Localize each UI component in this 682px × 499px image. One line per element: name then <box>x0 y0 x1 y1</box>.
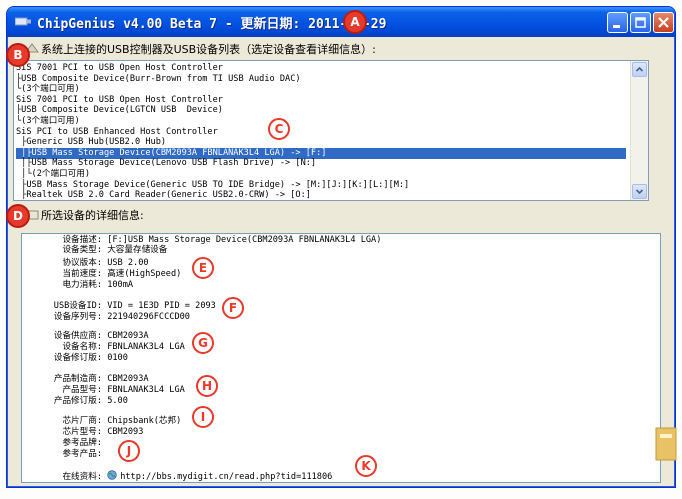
detail-row: 电力消耗: 100mA <box>24 280 133 291</box>
online-info-link[interactable]: http://bbs.mydigit.cn/read.php?tid=11180… <box>120 472 332 482</box>
device-list-scrollbar[interactable] <box>630 61 648 200</box>
detail-row: 在线资料: http://bbs.mydigit.cn/read.php?tid… <box>24 470 332 482</box>
detail-label: 产品制造商: <box>53 374 102 384</box>
detail-value: CBM2093 <box>107 427 144 437</box>
device-list-item[interactable]: ├USB Composite Device(LGTCN USB Device) <box>16 105 626 116</box>
device-list-item[interactable]: SiS 7001 PCI to USB Open Host Controller <box>16 63 626 74</box>
device-list-item[interactable]: └(3个端口可用) <box>16 116 626 127</box>
detail-label: 在线资料: <box>62 472 102 482</box>
detail-value: Chipsbank(芯邦) <box>107 416 182 426</box>
device-list-label: 系统上连接的USB控制器及USB设备列表（选定设备查看详细信息）: <box>41 43 376 56</box>
detail-label: 产品型号: <box>62 385 102 395</box>
callout-g: G <box>192 332 214 354</box>
close-button[interactable] <box>653 12 674 33</box>
callout-d: D <box>6 204 30 228</box>
detail-row: 设备类型: 大容量存储设备 <box>24 245 167 256</box>
scroll-down-button[interactable] <box>632 184 647 199</box>
detail-row: 设备修订版: 0100 <box>24 353 128 364</box>
detail-label: 芯片型号: <box>62 427 102 437</box>
detail-value: CBM2093A <box>107 374 149 384</box>
detail-value: 221940296FCCCD00 <box>107 312 190 322</box>
device-list-item[interactable]: ├USB Mass Storage Device(Generic USB TO … <box>16 180 626 191</box>
detail-value: [F:]USB Mass Storage Device(CBM2093A FBN… <box>107 235 382 245</box>
details-label: 所选设备的详细信息: <box>41 209 144 222</box>
detail-row: 芯片厂商: Chipsbank(芯邦) <box>24 416 181 427</box>
callout-i: I <box>192 406 214 428</box>
detail-label: 参考产品: <box>62 449 102 459</box>
detail-row: 设备供应商: CBM2093A <box>24 331 149 342</box>
detail-label: 设备序列号: <box>53 312 102 322</box>
detail-value: FBNLANAK3L4 LGA <box>107 385 185 395</box>
detail-row: 参考产品: <box>24 449 107 460</box>
minimize-button[interactable] <box>607 12 628 33</box>
detail-value: 0100 <box>107 353 128 363</box>
device-details-panel: 设备描述: [F:]USB Mass Storage Device(CBM209… <box>21 233 661 483</box>
detail-label: 参考品牌: <box>62 438 102 448</box>
detail-label: 产品修订版: <box>53 396 102 406</box>
device-list-item[interactable]: │└(2个端口可用) <box>16 169 626 180</box>
callout-c: C <box>268 118 290 140</box>
detail-value: 100mA <box>107 280 134 290</box>
device-list-item[interactable]: ├Generic USB Hub(USB2.0 Hub) <box>16 137 626 148</box>
maximize-button[interactable] <box>630 12 651 33</box>
device-list[interactable]: SiS 7001 PCI to USB Open Host Controller… <box>13 60 649 201</box>
callout-a: A <box>343 10 367 34</box>
detail-row: 参考品牌: <box>24 438 107 449</box>
detail-label: 设备名称: <box>62 342 102 352</box>
callout-b: B <box>6 43 30 67</box>
detail-label: 电力消耗: <box>62 280 102 290</box>
detail-label: 设备供应商: <box>53 331 102 341</box>
detail-row: 产品型号: FBNLANAK3L4 LGA <box>24 385 185 396</box>
device-list-item[interactable]: └(3个端口可用) <box>16 84 626 95</box>
callout-j: J <box>118 440 140 462</box>
detail-row: 产品制造商: CBM2093A <box>24 374 149 385</box>
device-list-item[interactable]: │├USB Mass Storage Device(Lenovo USB Fla… <box>16 158 626 169</box>
background-decoration <box>655 427 677 461</box>
detail-label: 协议版本: <box>62 258 102 268</box>
scroll-up-button[interactable] <box>632 62 647 77</box>
window-title: ChipGenius v4.00 Beta 7 - 更新日期: 2011-09-… <box>37 17 387 32</box>
detail-value: 大容量存储设备 <box>107 245 168 255</box>
title-bar[interactable]: ChipGenius v4.00 Beta 7 - 更新日期: 2011-09-… <box>7 7 675 37</box>
detail-row: 芯片型号: CBM2093 <box>24 427 143 438</box>
detail-row: 协议版本: USB 2.00 <box>24 258 149 269</box>
device-list-item[interactable]: SiS PCI to USB Enhanced Host Controller <box>16 127 626 138</box>
globe-icon <box>107 470 117 480</box>
detail-value: VID = 1E3D PID = 2093 <box>107 301 216 311</box>
detail-label: 芯片厂商: <box>62 416 102 426</box>
detail-row: USB设备ID: VID = 1E3D PID = 2093 <box>24 301 216 312</box>
detail-label: 当前速度: <box>62 269 102 279</box>
detail-value: 高速(HighSpeed) <box>107 269 182 279</box>
detail-value: 5.00 <box>107 396 128 406</box>
device-list-item[interactable]: ├Realtek USB 2.0 Card Reader(Generic USB… <box>16 190 626 200</box>
detail-row: 产品修订版: 5.00 <box>24 396 128 407</box>
detail-value: USB 2.00 <box>107 258 149 268</box>
app-usb-icon <box>15 16 31 27</box>
detail-row: 设备序列号: 221940296FCCCD00 <box>24 312 190 323</box>
device-list-item[interactable]: ├USB Composite Device(Burr-Brown from TI… <box>16 74 626 85</box>
callout-h: H <box>196 375 218 397</box>
detail-row: 当前速度: 高速(HighSpeed) <box>24 269 181 280</box>
detail-value: CBM2093A <box>107 331 149 341</box>
detail-label: 设备修订版: <box>53 353 102 363</box>
detail-row: 设备名称: FBNLANAK3L4 LGA <box>24 342 185 353</box>
callout-k: K <box>355 455 377 477</box>
chipgenius-window: ChipGenius v4.00 Beta 7 - 更新日期: 2011-09-… <box>6 6 676 488</box>
detail-label: 设备类型: <box>62 245 102 255</box>
callout-f: F <box>222 297 244 319</box>
detail-label: USB设备ID: <box>53 301 102 311</box>
detail-value: FBNLANAK3L4 LGA <box>107 342 185 352</box>
callout-e: E <box>192 257 214 279</box>
